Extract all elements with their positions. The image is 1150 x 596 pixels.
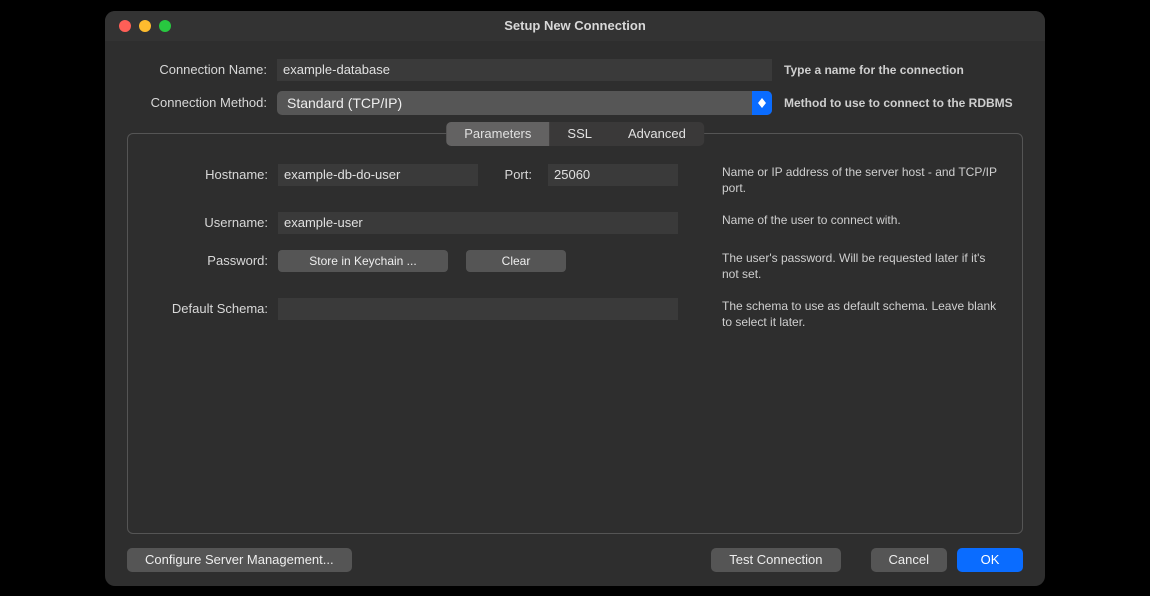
tab-ssl[interactable]: SSL (549, 122, 610, 146)
cancel-button[interactable]: Cancel (871, 548, 947, 572)
store-keychain-button[interactable]: Store in Keychain ... (278, 250, 448, 272)
hostname-input[interactable] (278, 164, 478, 186)
username-row: Username: Name of the user to connect wi… (148, 212, 1002, 234)
password-label: Password: (148, 250, 278, 268)
default-schema-hint: The schema to use as default schema. Lea… (712, 298, 1002, 330)
clear-password-button[interactable]: Clear (466, 250, 566, 272)
tabs: Parameters SSL Advanced (446, 122, 704, 146)
password-hint: The user's password. Will be requested l… (712, 250, 1002, 282)
connection-name-row: Connection Name: Type a name for the con… (127, 59, 1023, 81)
port-input[interactable] (548, 164, 678, 186)
hostname-hint: Name or IP address of the server host - … (712, 164, 1002, 196)
dialog-footer: Configure Server Management... Test Conn… (127, 534, 1023, 572)
dialog-content: Connection Name: Type a name for the con… (105, 41, 1045, 586)
configure-server-button[interactable]: Configure Server Management... (127, 548, 352, 572)
default-schema-label: Default Schema: (148, 298, 278, 316)
default-schema-row: Default Schema: The schema to use as def… (148, 298, 1002, 330)
connection-name-label: Connection Name: (127, 62, 277, 77)
username-hint: Name of the user to connect with. (712, 212, 1002, 228)
connection-method-label: Connection Method: (127, 95, 277, 110)
parameters-panel: Parameters SSL Advanced Hostname: Port: … (127, 133, 1023, 534)
window-title: Setup New Connection (105, 18, 1045, 33)
connection-method-value: Standard (TCP/IP) (277, 95, 402, 111)
minimize-icon[interactable] (139, 20, 151, 32)
maximize-icon[interactable] (159, 20, 171, 32)
connection-name-hint: Type a name for the connection (784, 63, 964, 77)
password-row: Password: Store in Keychain ... Clear Th… (148, 250, 1002, 282)
connection-method-row: Connection Method: Standard (TCP/IP) Met… (127, 91, 1023, 115)
ok-button[interactable]: OK (957, 548, 1023, 572)
updown-icon (752, 91, 772, 115)
test-connection-button[interactable]: Test Connection (711, 548, 840, 572)
tab-parameters[interactable]: Parameters (446, 122, 549, 146)
titlebar: Setup New Connection (105, 11, 1045, 41)
default-schema-input[interactable] (278, 298, 678, 320)
connection-method-hint: Method to use to connect to the RDBMS (784, 96, 1013, 110)
username-input[interactable] (278, 212, 678, 234)
connection-name-input[interactable] (277, 59, 772, 81)
tab-advanced[interactable]: Advanced (610, 122, 704, 146)
connection-method-select[interactable]: Standard (TCP/IP) (277, 91, 772, 115)
hostname-label: Hostname: (148, 164, 278, 182)
port-label: Port: (488, 167, 538, 182)
close-icon[interactable] (119, 20, 131, 32)
dialog-window: Setup New Connection Connection Name: Ty… (105, 11, 1045, 586)
hostname-row: Hostname: Port: Name or IP address of th… (148, 164, 1002, 196)
username-label: Username: (148, 212, 278, 230)
traffic-lights (105, 20, 171, 32)
